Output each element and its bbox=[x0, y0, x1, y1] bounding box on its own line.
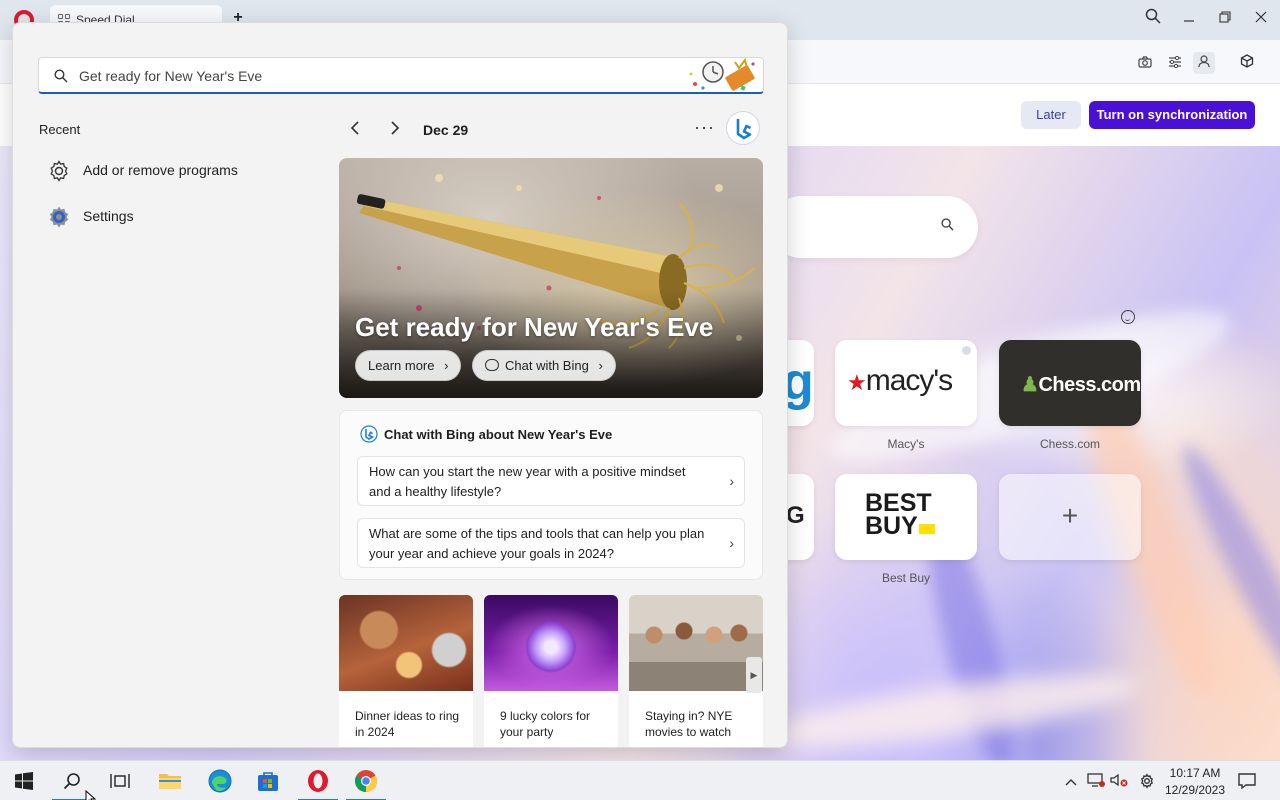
recent-item-add-remove-programs[interactable]: Add or remove programs bbox=[47, 155, 297, 187]
news-card-nye-movies[interactable]: Staying in? NYE movies to watch bbox=[629, 595, 763, 747]
restore-button[interactable] bbox=[1213, 8, 1237, 30]
previous-day-button[interactable] bbox=[345, 119, 365, 139]
chrome-icon bbox=[355, 770, 377, 792]
tray-overflow-chevron-icon[interactable] bbox=[1062, 773, 1080, 791]
date-label: Dec 29 bbox=[423, 122, 469, 138]
tile-label-macys: Macy's bbox=[887, 437, 925, 451]
minimize-button[interactable] bbox=[1177, 8, 1201, 30]
bing-question-2[interactable]: What are some of the tips and tools that… bbox=[357, 518, 745, 568]
dinner-image bbox=[339, 595, 473, 691]
settings-gear-icon[interactable] bbox=[1138, 773, 1156, 791]
mouse-cursor-icon bbox=[85, 790, 97, 800]
new-years-eve-illustration-icon bbox=[689, 57, 755, 91]
windows-search-flyout: Recent Add or remove programs Settings D… bbox=[12, 22, 788, 748]
chevron-left-icon bbox=[350, 121, 359, 135]
card-caption: 9 lucky colors for your party bbox=[500, 709, 591, 739]
more-options-icon[interactable]: ··· bbox=[694, 117, 715, 138]
search-icon bbox=[54, 69, 68, 83]
flyout-search-box[interactable] bbox=[38, 57, 764, 94]
profile-icon[interactable] bbox=[1193, 52, 1215, 74]
bestbuy-tag-icon bbox=[918, 524, 935, 534]
microsoft-store-button[interactable] bbox=[244, 761, 292, 800]
chat-bubble-icon bbox=[485, 359, 499, 371]
turn-on-sync-button[interactable]: Turn on synchronization bbox=[1089, 101, 1255, 129]
clock-date: 12/29/2023 bbox=[1164, 783, 1226, 797]
speed-dial-tile-bestbuy[interactable]: BEST BUY bbox=[835, 474, 977, 560]
later-button[interactable]: Later bbox=[1021, 101, 1081, 129]
bestbuy-logo: BEST BUY bbox=[865, 491, 935, 539]
next-day-button[interactable] bbox=[385, 119, 405, 139]
easy-setup-icon[interactable] bbox=[1164, 52, 1186, 74]
windows-taskbar: 10:17 AM 12/29/2023 bbox=[0, 760, 1280, 800]
search-icon bbox=[941, 218, 954, 231]
volume-muted-icon[interactable] bbox=[1110, 773, 1128, 791]
clock-time: 10:17 AM bbox=[1169, 766, 1221, 780]
bing-chat-icon bbox=[360, 425, 378, 443]
speed-dial-tile-macys[interactable]: ★macy's bbox=[835, 340, 977, 426]
news-card-lucky-colors[interactable]: 9 lucky colors for your party bbox=[484, 595, 618, 747]
start-button[interactable] bbox=[0, 761, 48, 800]
task-view-icon bbox=[110, 774, 130, 788]
chess-logo: ♟Chess.com bbox=[1021, 374, 1141, 396]
opera-taskbar-button[interactable] bbox=[294, 761, 342, 800]
recent-item-settings[interactable]: Settings bbox=[47, 201, 297, 233]
add-site-tile[interactable]: + bbox=[999, 474, 1141, 560]
taskbar-clock[interactable]: 10:17 AM 12/29/2023 bbox=[1160, 765, 1230, 799]
tile-label-chess: Chess.com bbox=[1039, 437, 1101, 451]
windows-logo-icon bbox=[15, 772, 33, 790]
search-icon bbox=[63, 773, 80, 790]
speed-dial-tile-chess[interactable]: ♟Chess.com bbox=[999, 340, 1141, 426]
folder-icon bbox=[159, 774, 181, 789]
chevron-right-icon: › bbox=[729, 535, 734, 551]
task-view-button[interactable] bbox=[96, 761, 144, 800]
hero-title: Get ready for New Year's Eve bbox=[355, 312, 714, 342]
chat-card-heading: Chat with Bing about New Year's Eve bbox=[384, 427, 613, 442]
hero-new-years-eve[interactable]: Get ready for New Year's Eve Learn more … bbox=[339, 158, 763, 398]
cards-scroll-right-button[interactable]: ▶ bbox=[746, 657, 762, 693]
card-caption: Dinner ideas to ring in 2024 bbox=[355, 709, 460, 739]
settings-gear-icon bbox=[49, 206, 69, 228]
chevron-right-icon: › bbox=[444, 358, 449, 373]
opera-icon bbox=[308, 770, 328, 792]
chat-with-bing-card: Chat with Bing about New Year's Eve How … bbox=[339, 410, 763, 580]
flyout-search-input[interactable] bbox=[79, 66, 679, 86]
macys-logo: ★macy's bbox=[847, 364, 953, 397]
file-explorer-button[interactable] bbox=[146, 761, 194, 800]
extensions-cube-icon[interactable] bbox=[1236, 52, 1258, 74]
close-window-button[interactable] bbox=[1249, 8, 1273, 30]
chess-pawn-icon: ♟ bbox=[1021, 374, 1039, 396]
family-movie-image bbox=[629, 595, 763, 691]
network-icon[interactable] bbox=[1087, 773, 1105, 791]
partial-tile-logo: G bbox=[786, 502, 805, 529]
edge-icon bbox=[208, 769, 232, 793]
bing-logo-icon[interactable] bbox=[727, 112, 759, 144]
customize-smile-icon[interactable] bbox=[1121, 310, 1135, 324]
chevron-right-icon: › bbox=[598, 358, 603, 373]
gear-icon bbox=[50, 160, 68, 182]
learn-more-button[interactable]: Learn more › bbox=[355, 350, 462, 381]
news-card-dinner[interactable]: Dinner ideas to ring in 2024 bbox=[339, 595, 473, 747]
tile-label-bestbuy: Best Buy bbox=[881, 571, 931, 585]
macys-star-icon: ★ bbox=[847, 370, 867, 395]
disco-ball-image bbox=[484, 595, 618, 691]
edge-button[interactable] bbox=[196, 761, 244, 800]
recent-heading: Recent bbox=[39, 122, 81, 137]
card-caption: Staying in? NYE movies to watch bbox=[645, 709, 733, 739]
store-bag-icon bbox=[258, 772, 278, 791]
notifications-icon[interactable] bbox=[1238, 773, 1256, 791]
recent-item-label: Settings bbox=[83, 208, 134, 224]
bing-question-1[interactable]: How can you start the new year with a po… bbox=[357, 456, 745, 506]
chevron-right-icon bbox=[391, 121, 400, 135]
chevron-right-icon: › bbox=[729, 473, 734, 489]
plus-icon: + bbox=[1061, 500, 1079, 531]
camera-icon[interactable] bbox=[1134, 52, 1156, 74]
search-tabs-icon[interactable] bbox=[1141, 8, 1165, 30]
chat-with-bing-button[interactable]: Chat with Bing › bbox=[472, 350, 616, 381]
recent-item-label: Add or remove programs bbox=[83, 162, 238, 178]
speed-dial-search-box[interactable] bbox=[770, 196, 978, 258]
chrome-taskbar-button[interactable] bbox=[342, 761, 390, 800]
